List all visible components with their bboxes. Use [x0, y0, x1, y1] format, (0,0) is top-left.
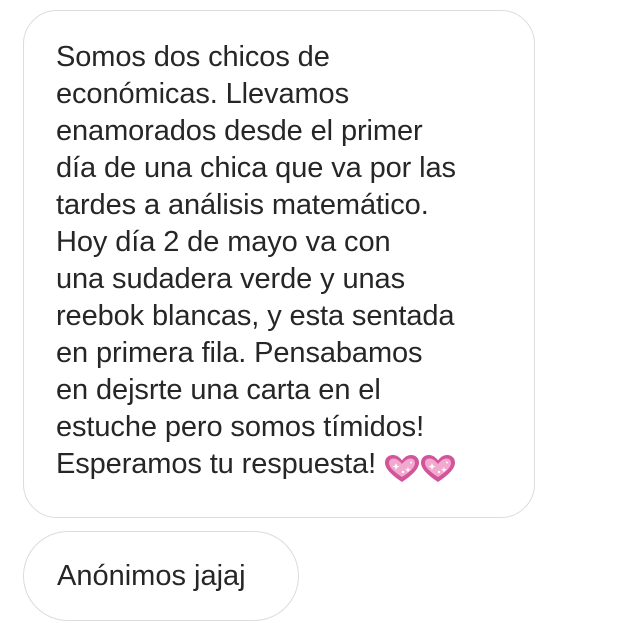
- emoji-group: [384, 450, 456, 487]
- message-line-last: Esperamos tu respuesta!: [56, 446, 514, 487]
- message-line: reebok blancas, y esta sentada: [56, 300, 455, 332]
- message-bubble[interactable]: Somos dos chicos de económicas. Llevamos…: [23, 10, 535, 518]
- sparkling-heart-icon: [421, 455, 456, 483]
- message-bubble-short[interactable]: Anónimos jajaj: [23, 531, 299, 621]
- message-line: estuche pero somos tímidos!: [56, 411, 425, 443]
- message-line: día de una chica que va por las: [56, 152, 456, 184]
- message-line: económicas. Llevamos: [56, 78, 349, 110]
- chat-thread: Somos dos chicos de económicas. Llevamos…: [0, 0, 623, 623]
- message-line: tardes a análisis matemático.: [56, 189, 429, 221]
- message-line: Somos dos chicos de: [56, 41, 330, 73]
- message-line: en primera fila. Pensabamos: [56, 337, 423, 369]
- message-text: Somos dos chicos de económicas. Llevamos…: [56, 39, 514, 487]
- message-line: en dejsrte una carta en el: [56, 374, 381, 406]
- message-line: Hoy día 2 de mayo va con: [56, 226, 391, 258]
- message-line-text: Esperamos tu respuesta!: [56, 448, 377, 480]
- message-line: una sudadera verde y unas: [56, 263, 405, 295]
- message-text: Anónimos jajaj: [57, 559, 246, 592]
- message-line: enamorados desde el primer: [56, 115, 423, 147]
- sparkling-heart-icon: [385, 455, 420, 483]
